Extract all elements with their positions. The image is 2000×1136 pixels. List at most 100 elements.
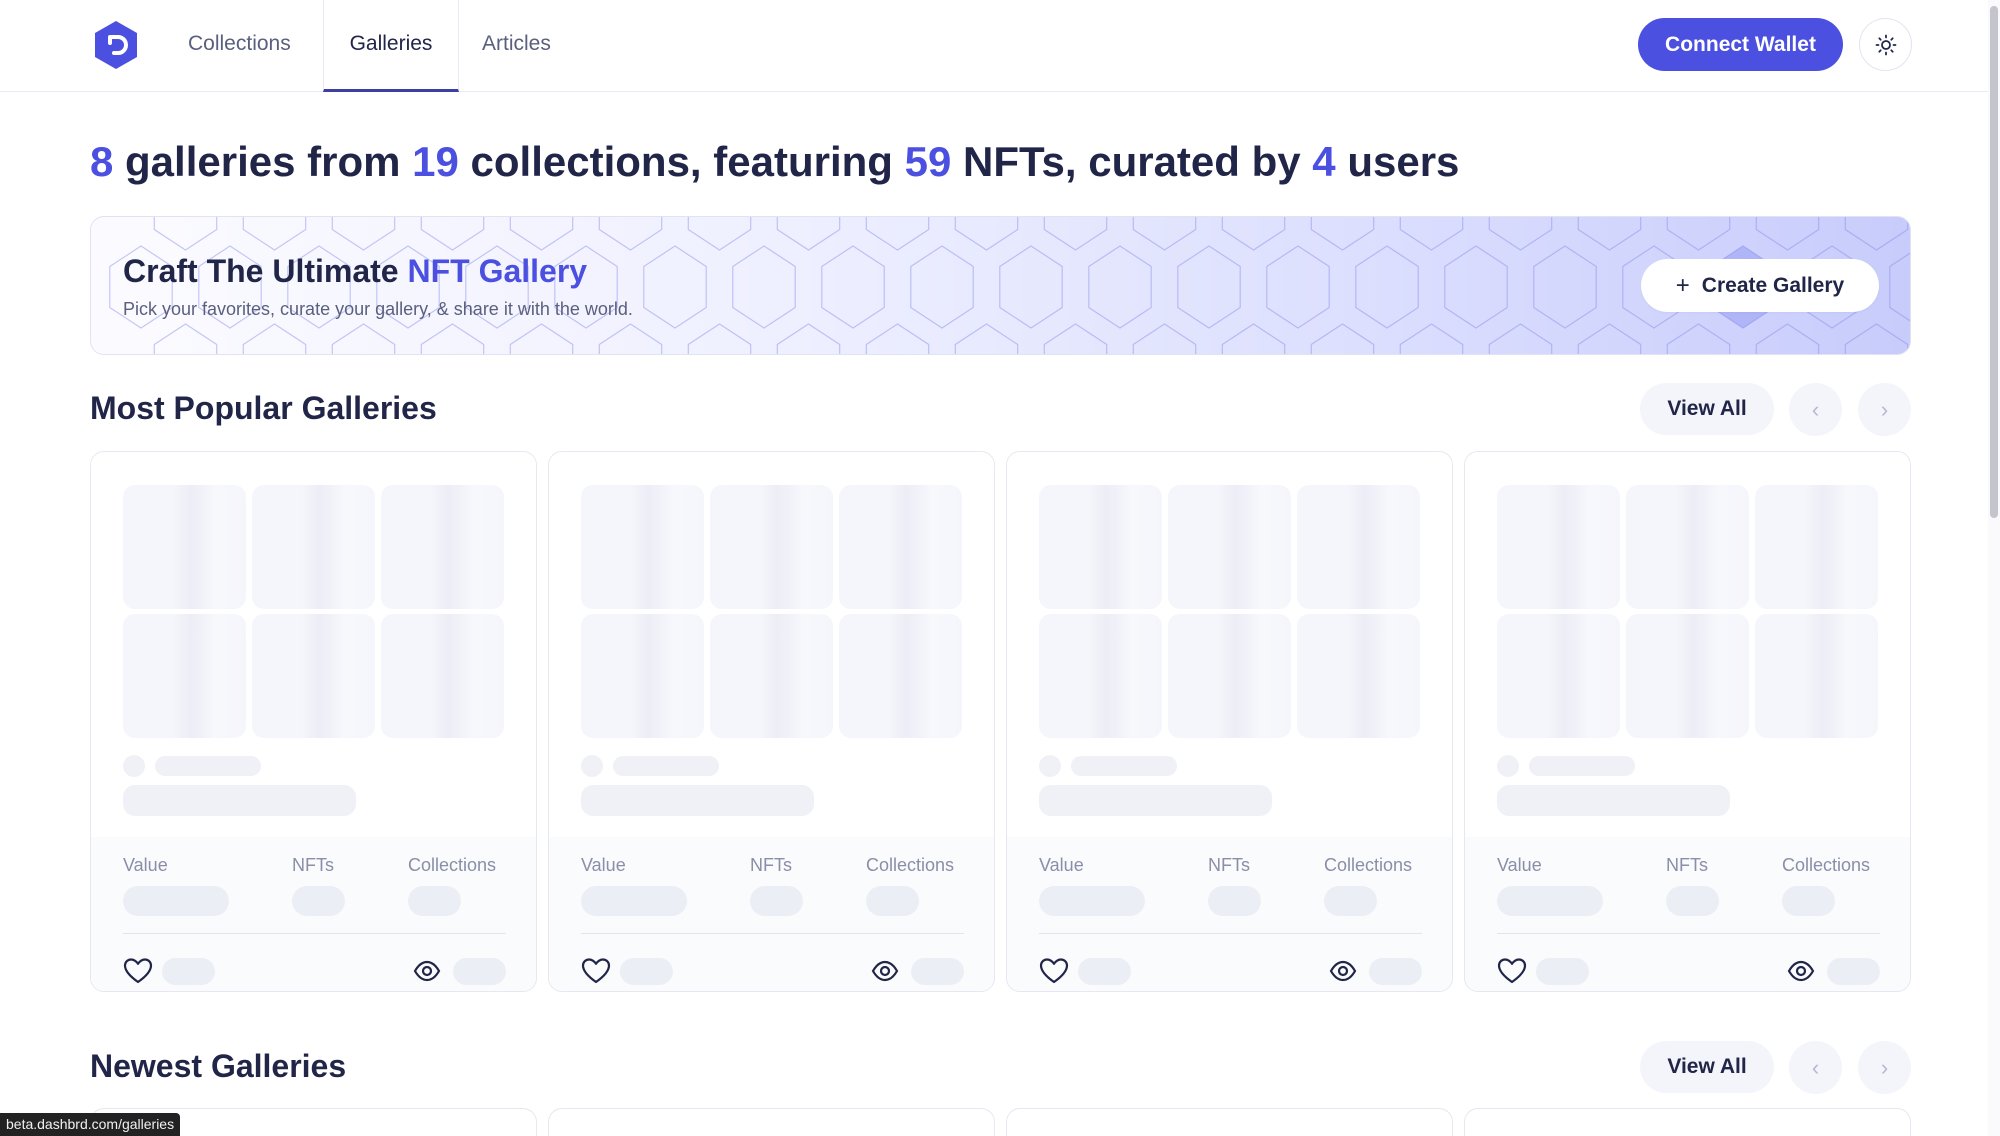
collections-placeholder: [1782, 886, 1835, 916]
hexagon-shape: [242, 217, 307, 251]
sun-icon: [1875, 34, 1896, 55]
hexagon-shape: [1889, 252, 1910, 322]
hexagon-shape: [1399, 323, 1464, 354]
hexagon-shape: [1844, 323, 1909, 354]
hexagon-shape: [331, 217, 396, 251]
username-placeholder: [1529, 756, 1635, 776]
likes-count-placeholder: [162, 958, 215, 985]
hexagon-shape: [598, 217, 663, 251]
scrollbar-thumb[interactable]: [1990, 6, 1998, 518]
hexagon-shape: [1310, 217, 1375, 251]
popular-prev-button[interactable]: ‹: [1789, 383, 1842, 436]
username-placeholder: [1071, 756, 1177, 776]
top-navigation-bar: Collections Galleries Articles Connect W…: [0, 0, 2000, 92]
banner-title-accent: NFT Gallery: [407, 253, 588, 289]
hexagon-shape: [1577, 323, 1642, 354]
nav-collections[interactable]: Collections: [188, 0, 300, 92]
hexagon-shape: [865, 217, 930, 251]
hexagon-shape: [598, 323, 663, 354]
card-divider: [1497, 933, 1880, 934]
nft-thumbnail-placeholder: [1039, 614, 1162, 738]
collections-placeholder: [866, 886, 919, 916]
gallery-card[interactable]: [548, 1108, 995, 1136]
hexagon-shape: [1844, 217, 1909, 251]
views-count-placeholder: [1369, 958, 1422, 985]
theme-toggle-button[interactable]: [1859, 18, 1912, 71]
hexagon-shape: [1399, 217, 1464, 251]
newest-view-all-button[interactable]: View All: [1640, 1041, 1774, 1093]
eye-icon: [1787, 960, 1815, 982]
value-placeholder: [1497, 886, 1603, 916]
popular-next-button[interactable]: ›: [1858, 383, 1911, 436]
hexagon-shape: [776, 323, 841, 354]
hexagon-shape: [1221, 217, 1286, 251]
eye-icon: [871, 960, 899, 982]
hexagon-shape: [1488, 217, 1553, 251]
avatar-placeholder: [581, 755, 603, 777]
newest-next-button[interactable]: ›: [1858, 1041, 1911, 1094]
stat-label-collections: Collections: [1782, 855, 1871, 875]
nft-thumbnail-placeholder: [1168, 614, 1291, 738]
likes-count-placeholder: [620, 958, 673, 985]
nft-thumbnail-placeholder: [839, 614, 962, 738]
nft-thumbnail-placeholder: [1497, 614, 1620, 738]
value-placeholder: [581, 886, 687, 916]
hexagon-shape: [1355, 245, 1419, 329]
stat-label-value: Value: [581, 855, 626, 875]
likes-count-placeholder: [1078, 958, 1131, 985]
gallery-card[interactable]: Value NFTs Collections: [1464, 451, 1911, 992]
heart-icon[interactable]: [123, 957, 153, 985]
heart-icon[interactable]: [581, 957, 611, 985]
headline-text: users: [1335, 138, 1460, 185]
nav-galleries[interactable]: Galleries: [323, 0, 459, 92]
create-gallery-button[interactable]: + Create Gallery: [1641, 259, 1879, 312]
gallery-card[interactable]: Value NFTs Collections: [1006, 451, 1453, 992]
banner-title-prefix: Craft The Ultimate: [123, 253, 408, 289]
heart-icon[interactable]: [1039, 957, 1069, 985]
hexagon-shape: [331, 323, 396, 354]
hexagon-shape: [420, 323, 485, 354]
likes-count-placeholder: [1536, 958, 1589, 985]
stat-label-value: Value: [1039, 855, 1084, 875]
hexagon-shape: [420, 217, 485, 251]
connect-wallet-button[interactable]: Connect Wallet: [1638, 18, 1843, 71]
avatar-placeholder: [123, 755, 145, 777]
headline-text: NFTs, curated by: [951, 138, 1313, 185]
avatar-placeholder: [1039, 755, 1061, 777]
heart-icon[interactable]: [1497, 957, 1527, 985]
dashbrd-logo-icon[interactable]: [92, 20, 140, 70]
page-headline: 8 galleries from 19 collections, featuri…: [90, 138, 1459, 186]
stat-label-collections: Collections: [408, 855, 497, 875]
card-divider: [123, 933, 506, 934]
value-placeholder: [123, 886, 229, 916]
create-gallery-label: Create Gallery: [1701, 273, 1845, 297]
hexagon-shape: [687, 217, 752, 251]
most-popular-title: Most Popular Galleries: [90, 390, 437, 426]
gallery-name-placeholder: [123, 785, 356, 816]
views-count-placeholder: [453, 958, 506, 985]
gallery-card[interactable]: [1464, 1108, 1911, 1136]
hexagon-shape: [776, 217, 841, 251]
stat-label-nfts: NFTs: [750, 855, 792, 875]
nav-articles[interactable]: Articles: [482, 0, 562, 92]
nft-thumbnail-placeholder: [1755, 614, 1878, 738]
plus-icon: +: [1675, 271, 1690, 299]
gallery-name-placeholder: [1039, 785, 1272, 816]
nfts-placeholder: [292, 886, 345, 916]
collections-placeholder: [1324, 886, 1377, 916]
hexagon-shape: [954, 323, 1019, 354]
newest-title: Newest Galleries: [90, 1048, 347, 1084]
popular-view-all-button[interactable]: View All: [1640, 383, 1774, 435]
gallery-card[interactable]: [1006, 1108, 1453, 1136]
stat-label-nfts: NFTs: [1208, 855, 1250, 875]
link-status-bar: beta.dashbrd.com/galleries: [0, 1113, 181, 1136]
nft-thumbnail-placeholder: [1626, 485, 1749, 609]
views-count-placeholder: [911, 958, 964, 985]
newest-prev-button[interactable]: ‹: [1789, 1041, 1842, 1094]
gallery-card[interactable]: Value NFTs Collections: [90, 451, 537, 992]
chevron-right-icon: ›: [1880, 1054, 1889, 1080]
nft-thumbnail-placeholder: [1168, 485, 1291, 609]
gallery-card[interactable]: Value NFTs Collections: [548, 451, 995, 992]
nfts-placeholder: [1666, 886, 1719, 916]
stat-label-value: Value: [123, 855, 168, 875]
